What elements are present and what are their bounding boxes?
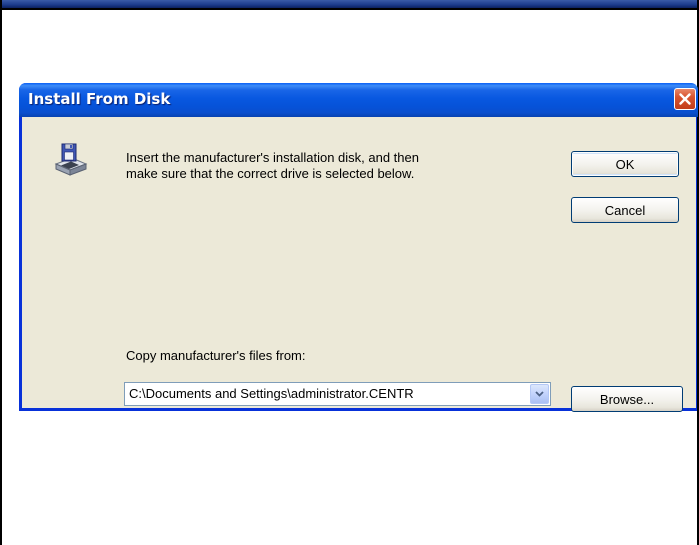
source-path-value[interactable]: C:\Documents and Settings\administrator.…	[129, 386, 519, 401]
instruction-message: Insert the manufacturer's installation d…	[126, 150, 556, 182]
close-icon	[679, 93, 691, 105]
ok-button-label: OK	[615, 156, 635, 172]
chevron-down-icon	[535, 391, 544, 397]
browse-button[interactable]: Browse...	[571, 386, 683, 412]
disk-drive-icon	[54, 143, 88, 176]
title-bar[interactable]: Install From Disk	[19, 83, 698, 117]
install-from-disk-dialog: Install From Disk Insert the manufacture…	[19, 83, 698, 412]
dialog-title: Install From Disk	[28, 90, 171, 108]
close-button[interactable]	[674, 88, 696, 110]
screenshot-border-left	[0, 0, 2, 545]
background-window-edge	[0, 0, 699, 10]
browse-button-label: Browse...	[599, 391, 655, 407]
instruction-line-2: make sure that the correct drive is sele…	[126, 166, 415, 181]
instruction-line-1: Insert the manufacturer's installation d…	[126, 150, 419, 165]
ok-button[interactable]: OK	[571, 151, 679, 177]
path-dropdown-button[interactable]	[530, 384, 549, 404]
copy-files-label: Copy manufacturer's files from:	[126, 348, 306, 363]
cancel-button[interactable]: Cancel	[571, 197, 679, 223]
source-path-combobox[interactable]: C:\Documents and Settings\administrator.…	[124, 382, 551, 406]
cancel-button-label: Cancel	[604, 202, 646, 218]
